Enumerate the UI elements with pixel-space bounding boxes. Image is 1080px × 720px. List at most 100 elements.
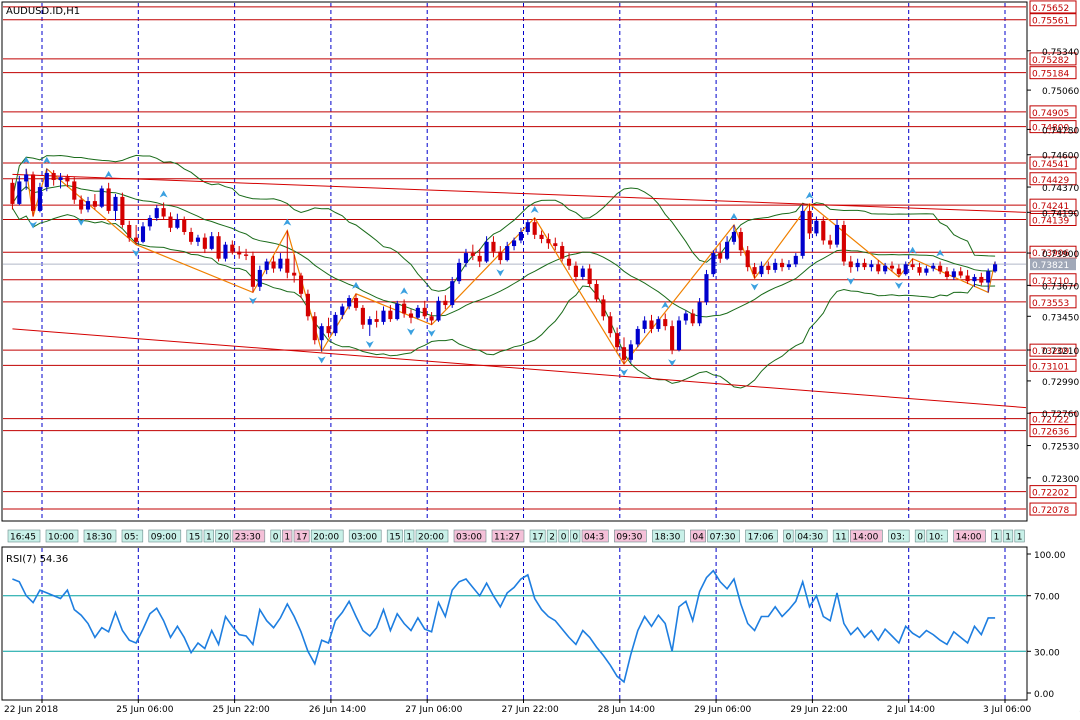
candle-body[interactable] (72, 181, 77, 200)
candle-body[interactable] (381, 310, 386, 322)
candle-body[interactable] (512, 240, 517, 247)
candle-body[interactable] (773, 262, 778, 270)
candle-body[interactable] (546, 239, 551, 244)
candle-body[interactable] (670, 326, 675, 351)
candle-body[interactable] (965, 275, 970, 282)
candle-body[interactable] (24, 174, 29, 182)
candle-body[interactable] (697, 302, 702, 324)
candle-body[interactable] (99, 188, 104, 207)
candle-body[interactable] (690, 313, 695, 324)
candle-body[interactable] (154, 208, 159, 218)
candle-body[interactable] (175, 219, 180, 228)
candle-body[interactable] (814, 220, 819, 234)
candle-body[interactable] (388, 310, 393, 320)
candle-body[interactable] (298, 275, 304, 294)
candle-body[interactable] (663, 319, 668, 327)
candle-body[interactable] (821, 220, 826, 241)
candle-body[interactable] (759, 265, 764, 275)
candle-body[interactable] (580, 268, 585, 277)
candle-body[interactable] (944, 271, 950, 277)
candle-body[interactable] (51, 172, 56, 181)
candle-body[interactable] (587, 268, 592, 284)
candle-body[interactable] (408, 313, 414, 318)
candle-body[interactable] (189, 231, 194, 242)
candle-body[interactable] (113, 196, 118, 211)
candle-body[interactable] (312, 316, 317, 341)
candle-body[interactable] (305, 293, 310, 317)
candle-body[interactable] (560, 246, 565, 259)
candle-body[interactable] (484, 241, 489, 262)
candle-body[interactable] (457, 262, 462, 282)
candle-body[interactable] (134, 237, 139, 242)
candle-body[interactable] (422, 307, 427, 317)
candle-body[interactable] (285, 258, 290, 273)
candle-body[interactable] (993, 264, 998, 272)
candle-body[interactable] (106, 188, 111, 211)
candle-body[interactable] (230, 244, 235, 252)
candle-body[interactable] (553, 243, 558, 247)
candle-body[interactable] (718, 253, 723, 259)
candle-body[interactable] (828, 240, 833, 245)
candle-body[interactable] (525, 222, 530, 232)
candle-body[interactable] (711, 253, 716, 275)
candle-body[interactable] (244, 254, 249, 256)
candle-body[interactable] (745, 250, 750, 268)
candle-body[interactable] (264, 261, 269, 270)
candle-body[interactable] (752, 267, 757, 275)
candle-body[interactable] (628, 344, 633, 360)
candle-body[interactable] (704, 274, 709, 303)
candle-body[interactable] (367, 319, 372, 325)
candle-body[interactable] (498, 251, 503, 261)
candle-body[interactable] (532, 222, 537, 235)
candle-body[interactable] (216, 236, 221, 259)
candle-body[interactable] (786, 264, 791, 268)
candle-body[interactable] (237, 251, 242, 255)
candle-body[interactable] (855, 262, 860, 268)
candle-body[interactable] (615, 333, 620, 348)
candle-body[interactable] (292, 272, 297, 276)
candle-body[interactable] (443, 300, 448, 306)
candle-body[interactable] (37, 187, 42, 211)
candle-body[interactable] (889, 265, 895, 269)
candle-body[interactable] (635, 328, 640, 345)
candle-body[interactable] (347, 298, 352, 307)
candle-body[interactable] (883, 265, 888, 272)
candle-body[interactable] (319, 326, 324, 341)
candle-body[interactable] (477, 255, 482, 262)
candle-body[interactable] (566, 258, 572, 266)
candle-body[interactable] (725, 241, 730, 259)
candle-body[interactable] (161, 208, 166, 217)
candle-body[interactable] (608, 316, 613, 334)
candle-body[interactable] (353, 298, 359, 308)
candle-body[interactable] (374, 319, 379, 322)
candle-body[interactable] (360, 307, 365, 325)
candle-body[interactable] (209, 236, 214, 249)
candle-body[interactable] (44, 172, 49, 188)
candle-body[interactable] (793, 255, 798, 265)
candle-body[interactable] (924, 268, 929, 273)
candle-body[interactable] (979, 276, 984, 283)
candle-body[interactable] (223, 244, 228, 259)
candle-body[interactable] (738, 231, 743, 251)
candle-body[interactable] (127, 224, 132, 238)
candle-body[interactable] (601, 299, 606, 317)
candle-body[interactable] (463, 253, 469, 263)
candle-body[interactable] (85, 201, 91, 210)
candle-body[interactable] (862, 262, 867, 268)
candle-body[interactable] (257, 269, 262, 287)
candle-body[interactable] (402, 303, 407, 314)
candle-body[interactable] (10, 182, 15, 204)
candle-body[interactable] (79, 199, 84, 210)
candle-body[interactable] (505, 246, 510, 261)
candle-body[interactable] (642, 320, 647, 329)
candle-body[interactable] (834, 224, 840, 245)
candle-body[interactable] (972, 276, 977, 282)
candle-body[interactable] (120, 196, 125, 225)
candle-body[interactable] (491, 241, 496, 252)
candle-body[interactable] (676, 320, 682, 351)
candle-body[interactable] (450, 281, 455, 306)
candle-body[interactable] (938, 265, 943, 272)
candle-body[interactable] (195, 237, 201, 242)
candle-body[interactable] (17, 181, 22, 204)
candle-body[interactable] (573, 265, 578, 277)
